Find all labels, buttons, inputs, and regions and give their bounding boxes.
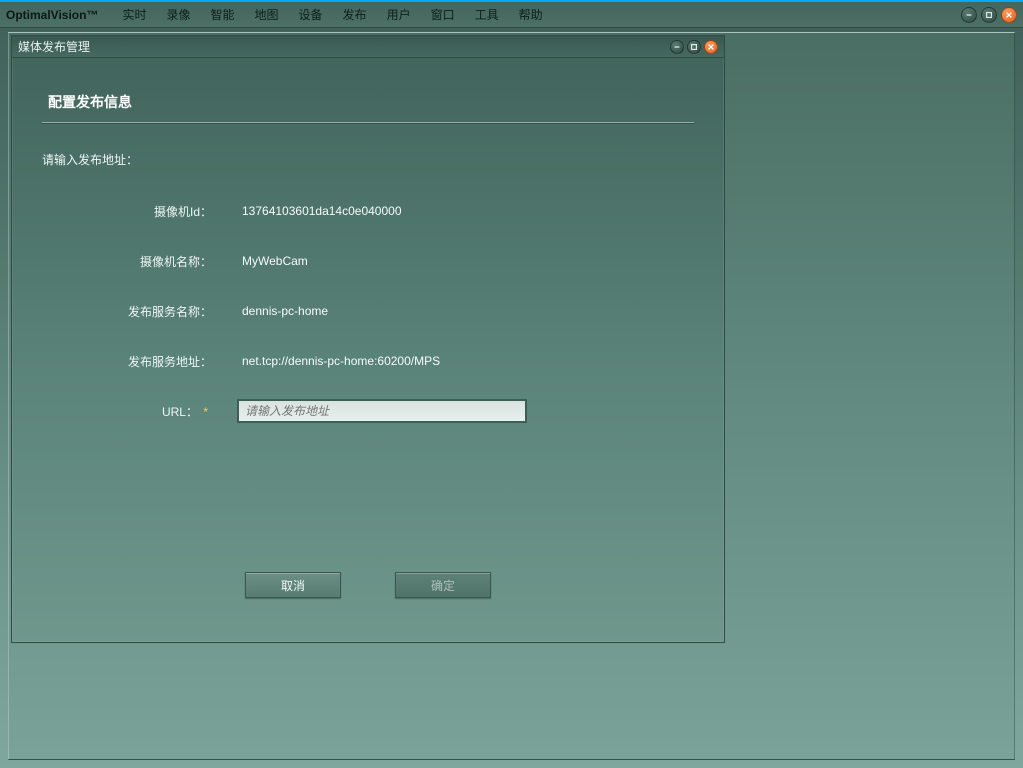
menu-item-window[interactable]: 窗口: [421, 6, 465, 23]
label-url-text: URL：: [162, 405, 198, 419]
menu-item-record[interactable]: 录像: [156, 6, 200, 23]
menu-item-help[interactable]: 帮助: [509, 6, 553, 23]
menu-item-smart[interactable]: 智能: [201, 6, 245, 23]
prompt-text: 请输入发布地址：: [42, 151, 718, 168]
subwindow-maximize-button[interactable]: [687, 40, 701, 54]
menu-item-map[interactable]: 地图: [245, 6, 289, 23]
row-service-name: 发布服务名称： dennis-pc-home: [18, 300, 718, 322]
app-title: OptimalVision™: [6, 8, 98, 22]
value-service-name: dennis-pc-home: [218, 304, 328, 318]
required-star-icon: *: [201, 405, 212, 419]
subwindow-body: 配置发布信息 请输入发布地址： 摄像机Id： 13764103601da14c0…: [18, 64, 718, 636]
cancel-button[interactable]: 取消: [245, 572, 341, 598]
url-input[interactable]: [238, 400, 526, 422]
main-titlebar: OptimalVision™ 实时 录像 智能 地图 设备 发布 用户 窗口 工…: [0, 2, 1023, 28]
main-minimize-button[interactable]: [961, 7, 977, 23]
row-url: URL： *: [18, 400, 718, 422]
main-menu: 实时 录像 智能 地图 设备 发布 用户 窗口 工具 帮助: [112, 6, 552, 23]
label-service-addr: 发布服务地址：: [18, 353, 218, 370]
menu-item-publish[interactable]: 发布: [333, 6, 377, 23]
subwindow-close-button[interactable]: [704, 40, 718, 54]
main-window-controls: [961, 7, 1017, 23]
row-camera-name: 摄像机名称： MyWebCam: [18, 250, 718, 272]
row-camera-id: 摄像机Id： 13764103601da14c0e040000: [18, 200, 718, 222]
value-service-addr: net.tcp://dennis-pc-home:60200/MPS: [218, 354, 440, 368]
label-camera-id: 摄像机Id：: [18, 203, 218, 220]
row-service-addr: 发布服务地址： net.tcp://dennis-pc-home:60200/M…: [18, 350, 718, 372]
value-url: [218, 400, 526, 422]
workspace: 媒体发布管理 配置发布信息 请输入发布地址： 摄像机Id： 1376410: [8, 32, 1015, 760]
value-camera-id: 13764103601da14c0e040000: [218, 204, 402, 218]
label-service-name: 发布服务名称：: [18, 303, 218, 320]
menu-item-user[interactable]: 用户: [377, 6, 421, 23]
main-maximize-button[interactable]: [981, 7, 997, 23]
menu-item-device[interactable]: 设备: [289, 6, 333, 23]
subwindow-controls: [670, 40, 718, 54]
value-camera-name: MyWebCam: [218, 254, 308, 268]
form-area: 摄像机Id： 13764103601da14c0e040000 摄像机名称： M…: [18, 200, 718, 422]
menu-item-tools[interactable]: 工具: [465, 6, 509, 23]
label-camera-name: 摄像机名称：: [18, 253, 218, 270]
subwindow-title: 媒体发布管理: [18, 38, 90, 55]
subwindow-titlebar[interactable]: 媒体发布管理: [12, 36, 724, 58]
ok-button[interactable]: 确定: [395, 572, 491, 598]
menu-item-realtime[interactable]: 实时: [112, 6, 156, 23]
media-publish-subwindow: 媒体发布管理 配置发布信息 请输入发布地址： 摄像机Id： 1376410: [11, 35, 725, 643]
section-heading: 配置发布信息: [42, 84, 694, 123]
main-close-button[interactable]: [1001, 7, 1017, 23]
label-url: URL： *: [18, 403, 218, 420]
button-row: 取消 确定: [18, 572, 718, 598]
subwindow-minimize-button[interactable]: [670, 40, 684, 54]
